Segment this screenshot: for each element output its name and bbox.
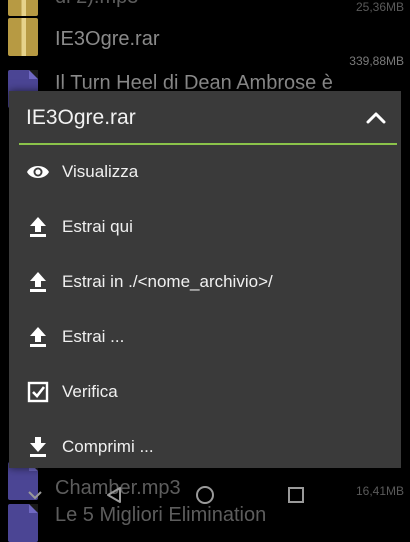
file-name: di 2).mp3 [55,0,138,9]
upload-icon [26,325,50,349]
back-icon[interactable] [103,484,125,506]
file-name: IE3Ogre.rar [55,28,160,50]
menu-item-label: Estrai qui [62,217,133,236]
collapse-button[interactable] [363,105,389,131]
checkbox-icon [26,380,50,404]
menu-item-label: Comprimi ... [62,437,154,456]
menu-item-label: Visualizza [62,162,139,181]
rar-archive-icon [8,0,38,16]
hide-keyboard-icon[interactable] [24,484,46,506]
menu-item-estrai-in[interactable]: Estrai in ./<nome_archivio>/ [9,255,401,310]
upload-icon [26,215,50,239]
upload-icon [26,270,50,294]
menu-item-estrai[interactable]: Estrai ... [9,310,401,365]
home-icon[interactable] [194,484,216,506]
archive-options-dialog: IE3Ogre.rar Visualizza Estrai qui Estrai… [9,91,401,468]
menu-item-label: Estrai ... [62,327,125,346]
eye-icon [26,160,50,184]
options-menu: Visualizza Estrai qui Estrai in ./<nome_… [9,145,401,475]
file-size: 339,88MB [349,54,404,68]
recents-icon[interactable] [285,484,307,506]
dialog-header: IE3Ogre.rar [9,91,401,143]
rar-archive-icon [8,18,38,56]
menu-item-label: Estrai in ./<nome_archivio>/ [62,272,273,291]
menu-item-estrai-qui[interactable]: Estrai qui [9,200,401,255]
menu-item-visualizza[interactable]: Visualizza [9,145,401,200]
file-size: 25,36MB [355,0,404,14]
dialog-title: IE3Ogre.rar [26,106,136,129]
menu-item-comprimi[interactable]: Comprimi ... [9,420,401,475]
download-icon [26,435,50,459]
menu-item-label: Verifica [62,382,118,401]
navigation-bar [0,470,410,520]
menu-item-verifica[interactable]: Verifica [9,365,401,420]
chevron-up-icon [366,112,386,124]
